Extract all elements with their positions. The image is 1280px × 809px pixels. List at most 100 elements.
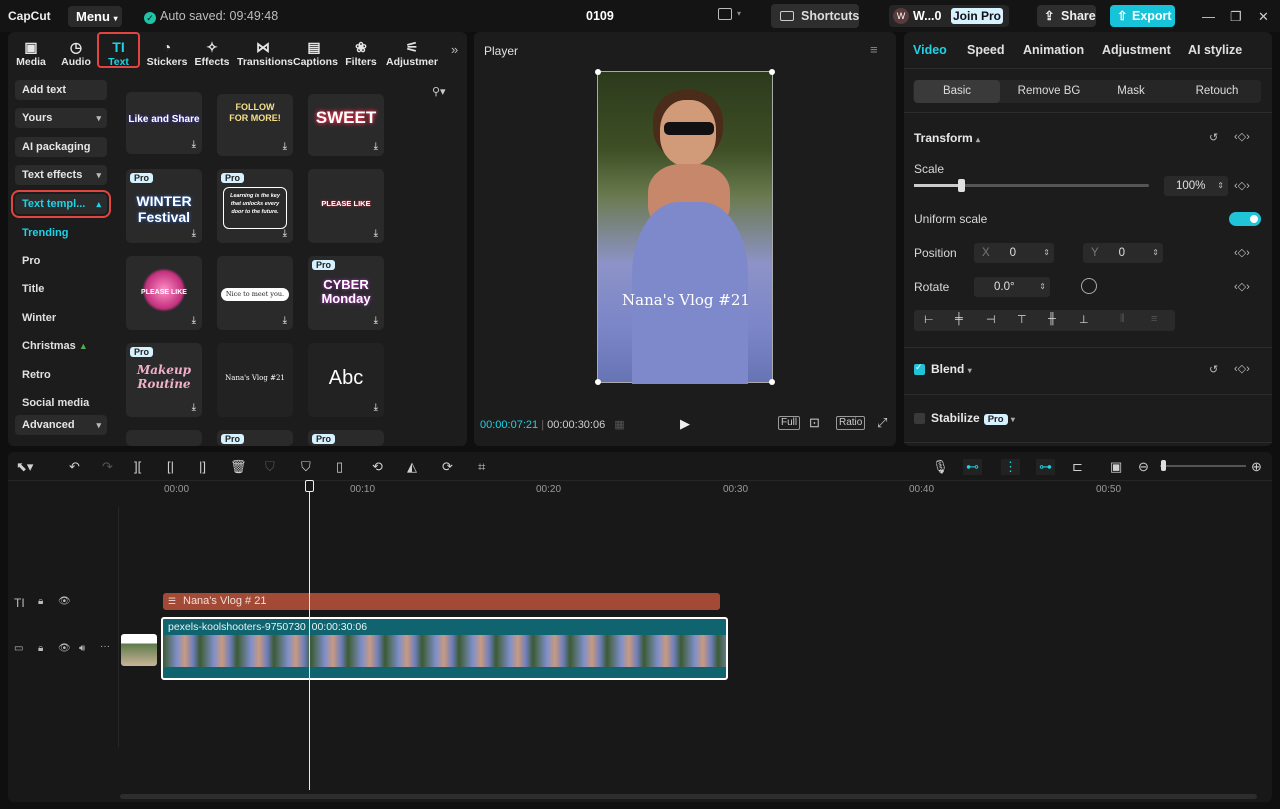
scale-input[interactable]: 100% ⇕ <box>1164 176 1228 196</box>
zoom-in-icon[interactable]: ⊕ <box>1251 459 1262 475</box>
stepper-icon[interactable]: ⇕ <box>1217 176 1224 196</box>
lock-icon[interactable]: 🔒︎ <box>38 596 43 607</box>
align-right-icon[interactable]: ⊣ <box>986 313 996 326</box>
subtab-mask[interactable]: Mask <box>1093 80 1169 103</box>
template-tile[interactable]: Abc ⤓ <box>308 343 384 417</box>
template-tile[interactable]: SWEET ⤓ <box>308 94 384 156</box>
join-pro-button[interactable]: Join Pro <box>951 8 1003 24</box>
tab-animation[interactable]: Animation <box>1023 43 1084 57</box>
tab-ai-stylize[interactable]: AI stylize <box>1188 43 1242 57</box>
position-y-input[interactable]: Y 0 ⇕ <box>1083 243 1163 263</box>
download-icon[interactable]: ⤓ <box>192 228 196 239</box>
template-tile[interactable]: Pro Makeup Routine ⤓ <box>126 343 202 417</box>
template-tile[interactable]: FOLLOW FOR MORE! ⤓ <box>217 94 293 156</box>
minimize-icon[interactable]: — <box>1202 9 1215 24</box>
align-left-icon[interactable]: ⊢ <box>924 313 934 326</box>
tab-adjustment[interactable]: ⚟ Adjustmen <box>386 38 438 70</box>
rotate-icon[interactable]: ⟳ <box>442 459 453 475</box>
tab-media[interactable]: ▣ Media <box>10 38 52 70</box>
download-icon[interactable]: ⤓ <box>192 139 196 150</box>
position-x-input[interactable]: X 0 ⇕ <box>974 243 1054 263</box>
text-clip[interactable]: ☰ Nana's Vlog # 21 <box>163 593 720 610</box>
stabilize-section[interactable]: Stabilize Pro ▾ <box>931 411 1015 425</box>
horizontal-scrollbar[interactable] <box>120 794 1257 799</box>
full-button[interactable]: Full <box>778 416 801 430</box>
text-effects-dropdown[interactable]: Text effects ▾ <box>15 165 107 185</box>
split-left-icon[interactable]: [| <box>167 459 174 474</box>
freeze-icon[interactable]: ▯ <box>336 459 343 475</box>
mirror-icon[interactable]: ◭ <box>407 459 417 475</box>
zoom-out-icon[interactable]: ⊖ <box>1138 459 1149 475</box>
keyframe-icon[interactable]: ‹◇› <box>1234 362 1250 375</box>
subtab-remove-bg[interactable]: Remove BG <box>1005 80 1093 103</box>
template-tile[interactable]: Pro <box>217 430 293 446</box>
resize-handle[interactable] <box>769 69 775 75</box>
tab-stickers[interactable]: ◔ Stickers <box>146 38 188 70</box>
advanced-dropdown[interactable]: Advanced ▾ <box>15 415 107 435</box>
crop-icon[interactable]: ⌗ <box>478 459 485 475</box>
cover-thumbnail[interactable] <box>121 634 157 666</box>
ai-packaging-button[interactable]: AI packaging <box>15 137 107 157</box>
delete-icon[interactable]: 🗑 <box>230 459 247 475</box>
export-button[interactable]: ⇧ Export <box>1110 5 1175 27</box>
undo-icon[interactable]: ↶ <box>69 459 80 475</box>
stepper-icon[interactable]: ⇕ <box>1152 243 1159 263</box>
download-icon[interactable]: ⤓ <box>283 315 287 326</box>
stepper-icon[interactable]: ⇕ <box>1043 243 1050 263</box>
tab-effects[interactable]: ✧ Effects <box>191 38 233 70</box>
subtab-retouch[interactable]: Retouch <box>1173 80 1261 103</box>
split-icon[interactable]: ][ <box>134 459 141 474</box>
video-clip[interactable]: pexels-koolshooters-9750730 00:00:30:06 <box>161 617 728 680</box>
filter-icon[interactable]: ⚲▾ <box>432 85 446 98</box>
tab-captions[interactable]: ▤ Captions <box>293 38 338 70</box>
rotate-input[interactable]: 0.0° ⇕ <box>974 277 1050 297</box>
split-right-icon[interactable]: |] <box>199 459 206 474</box>
template-tile[interactable] <box>126 430 202 446</box>
zoom-slider[interactable] <box>1160 465 1246 467</box>
category-christmas[interactable]: Christmas ▲ <box>22 340 88 352</box>
category-title[interactable]: Title <box>22 283 44 295</box>
template-tile[interactable]: PLEASE LIKE ⤓ <box>126 256 202 330</box>
marker-icon[interactable]: ⛉ <box>301 459 311 475</box>
hamburger-icon[interactable]: ≡ <box>870 42 878 57</box>
zoom-to-fit-icon[interactable]: ▣ <box>1110 459 1122 475</box>
add-text-button[interactable]: Add text <box>15 80 107 100</box>
fullscreen-icon[interactable]: ⤢ <box>877 415 887 431</box>
category-retro[interactable]: Retro <box>22 369 51 381</box>
template-tile[interactable]: Pro WINTER Festival ⤓ <box>126 169 202 243</box>
menu-button[interactable]: Menu ▾ <box>68 6 122 27</box>
layout-icon[interactable] <box>718 8 732 20</box>
speaker-icon[interactable]: 🔊︎ <box>79 643 85 654</box>
yours-dropdown[interactable]: Yours ▾ <box>15 108 107 128</box>
template-tile[interactable]: PLEASE LIKE ⤓ <box>308 169 384 243</box>
download-icon[interactable]: ⤓ <box>374 228 378 239</box>
distribute-horizontal-icon[interactable]: ⫴ <box>1120 313 1125 326</box>
blend-section[interactable]: Blend ▾ <box>931 362 972 376</box>
stabilize-checkbox[interactable] <box>914 413 925 424</box>
reset-icon[interactable]: ↺ <box>1209 131 1218 144</box>
eye-icon[interactable]: 👁︎ <box>58 596 71 607</box>
subtab-basic[interactable]: Basic <box>914 80 1000 103</box>
playhead-handle[interactable] <box>305 480 314 492</box>
align-middle-icon[interactable]: ╫ <box>1048 313 1056 325</box>
download-icon[interactable]: ⤓ <box>374 315 378 326</box>
stepper-icon[interactable]: ⇕ <box>1039 277 1046 297</box>
template-tile[interactable]: Pro Learning is the key that unlocks eve… <box>217 169 293 243</box>
tab-audio[interactable]: ◷ Audio <box>55 38 97 70</box>
redo-icon[interactable]: ↷ <box>102 459 113 475</box>
tab-filters[interactable]: ❀ Filters <box>340 38 382 70</box>
playhead[interactable] <box>309 482 310 790</box>
align-center-icon[interactable]: ╪ <box>955 313 963 325</box>
rotate-dial-icon[interactable] <box>1081 278 1097 294</box>
keyframe-icon[interactable]: ‹◇› <box>1234 130 1250 143</box>
zoom-fit-icon[interactable]: ⊡ <box>809 415 820 431</box>
transform-section[interactable]: Transform ▴ <box>914 131 980 145</box>
reset-icon[interactable]: ↺ <box>1209 363 1218 376</box>
download-icon[interactable]: ⤓ <box>192 402 196 413</box>
auto-snap-icon[interactable]: ⋮ <box>1001 459 1020 475</box>
more-icon[interactable]: ··· <box>100 641 110 652</box>
ratio-button[interactable]: Ratio <box>836 416 866 430</box>
play-button[interactable]: ▶ <box>680 416 690 432</box>
category-trending[interactable]: Trending <box>22 227 68 239</box>
more-tabs-icon[interactable]: » <box>451 42 458 57</box>
